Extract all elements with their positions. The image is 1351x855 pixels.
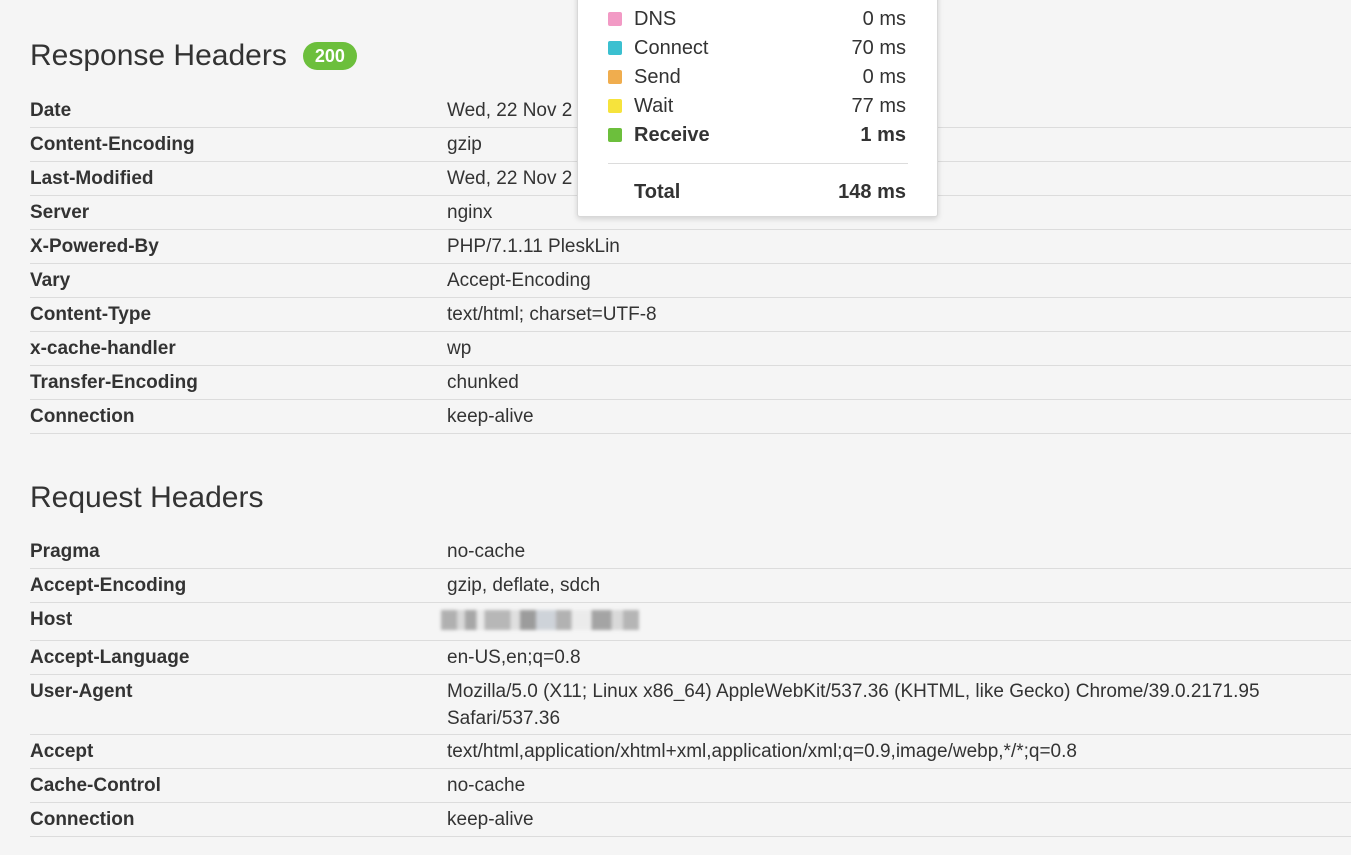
- table-row: User-Agent Mozilla/5.0 (X11; Linux x86_6…: [30, 675, 1351, 735]
- header-value: wp: [447, 338, 472, 359]
- header-name: Vary: [30, 270, 71, 291]
- request-headers-title-text: Request Headers: [30, 481, 264, 514]
- send-color-swatch: [608, 70, 622, 84]
- timing-label: DNS: [634, 8, 677, 30]
- header-name: Connection: [30, 406, 135, 427]
- table-row: Content-Type text/html; charset=UTF-8: [30, 298, 1351, 332]
- response-headers-title: Response Headers 200: [30, 38, 357, 74]
- timing-value: 0 ms: [862, 66, 906, 88]
- header-value: keep-alive: [447, 809, 534, 830]
- header-name: Transfer-Encoding: [30, 372, 198, 393]
- header-value: PHP/7.1.11 PleskLin: [447, 236, 620, 257]
- timing-row-wait: Wait 77 ms: [608, 93, 906, 119]
- header-value-host: [441, 603, 1351, 640]
- request-headers-table: Pragma no-cache Accept-Encoding gzip, de…: [30, 535, 1351, 837]
- timing-value: 70 ms: [851, 37, 906, 59]
- timing-divider: [608, 163, 908, 164]
- header-name: Content-Type: [30, 304, 152, 325]
- status-badge: 200: [302, 42, 357, 70]
- request-headers-title: Request Headers: [30, 480, 263, 516]
- header-name: Server: [30, 202, 90, 223]
- timing-label: Connect: [634, 37, 709, 59]
- header-value: no-cache: [447, 541, 526, 562]
- table-row: Accept-Encoding gzip, deflate, sdch: [30, 569, 1351, 603]
- header-name: Host: [30, 609, 73, 630]
- table-row: Transfer-Encoding chunked: [30, 366, 1351, 400]
- timing-value: 0 ms: [862, 8, 906, 30]
- header-name: Accept-Encoding: [30, 575, 187, 596]
- header-name: x-cache-handler: [30, 338, 176, 359]
- header-name: Cache-Control: [30, 775, 161, 796]
- timing-popover: DNS 0 ms Connect 70 ms Send 0 ms Wait 77…: [577, 0, 938, 217]
- response-headers-title-text: Response Headers: [30, 39, 287, 72]
- header-value: text/html,application/xhtml+xml,applicat…: [447, 741, 1077, 762]
- header-value: en-US,en;q=0.8: [447, 647, 581, 668]
- timing-row-connect: Connect 70 ms: [608, 35, 906, 61]
- header-name: Accept: [30, 741, 94, 762]
- timing-total-label: Total: [634, 181, 681, 203]
- table-row: Vary Accept-Encoding: [30, 264, 1351, 298]
- receive-color-swatch: [608, 128, 622, 142]
- table-row: Connection keep-alive: [30, 803, 1351, 837]
- timing-total-value: 148 ms: [838, 181, 906, 203]
- table-row: Pragma no-cache: [30, 535, 1351, 569]
- table-row: Cache-Control no-cache: [30, 769, 1351, 803]
- table-row: Connection keep-alive: [30, 400, 1351, 434]
- timing-label: Send: [634, 66, 681, 88]
- timing-value: 77 ms: [851, 95, 906, 117]
- header-name: Last-Modified: [30, 168, 154, 189]
- header-name: User-Agent: [30, 681, 133, 702]
- header-name: X-Powered-By: [30, 236, 159, 257]
- timing-total-row: Total 148 ms: [634, 179, 906, 205]
- timing-row-dns: DNS 0 ms: [608, 6, 906, 32]
- table-row: X-Powered-By PHP/7.1.11 PleskLin: [30, 230, 1351, 264]
- table-row: Host: [30, 603, 1351, 641]
- table-row: x-cache-handler wp: [30, 332, 1351, 366]
- header-name: Connection: [30, 809, 135, 830]
- header-value: chunked: [447, 372, 519, 393]
- header-value: text/html; charset=UTF-8: [447, 304, 657, 325]
- header-name: Content-Encoding: [30, 134, 195, 155]
- header-value: Accept-Encoding: [447, 270, 591, 291]
- timing-row-receive: Receive 1 ms: [608, 122, 906, 148]
- timing-row-send: Send 0 ms: [608, 64, 906, 90]
- table-row: Accept text/html,application/xhtml+xml,a…: [30, 735, 1351, 769]
- header-value: keep-alive: [447, 406, 534, 427]
- connect-color-swatch: [608, 41, 622, 55]
- timing-value: 1 ms: [860, 124, 906, 146]
- timing-label: Wait: [634, 95, 674, 117]
- redacted-host-value: [441, 610, 639, 630]
- table-row: Accept-Language en-US,en;q=0.8: [30, 641, 1351, 675]
- timing-label: Receive: [634, 124, 710, 146]
- header-name: Pragma: [30, 541, 100, 562]
- wait-color-swatch: [608, 99, 622, 113]
- dns-color-swatch: [608, 12, 622, 26]
- header-name: Date: [30, 100, 72, 121]
- header-value: gzip, deflate, sdch: [447, 575, 601, 596]
- header-value: no-cache: [447, 775, 526, 796]
- header-value: Mozilla/5.0 (X11; Linux x86_64) AppleWeb…: [447, 681, 1260, 729]
- header-name: Accept-Language: [30, 647, 190, 668]
